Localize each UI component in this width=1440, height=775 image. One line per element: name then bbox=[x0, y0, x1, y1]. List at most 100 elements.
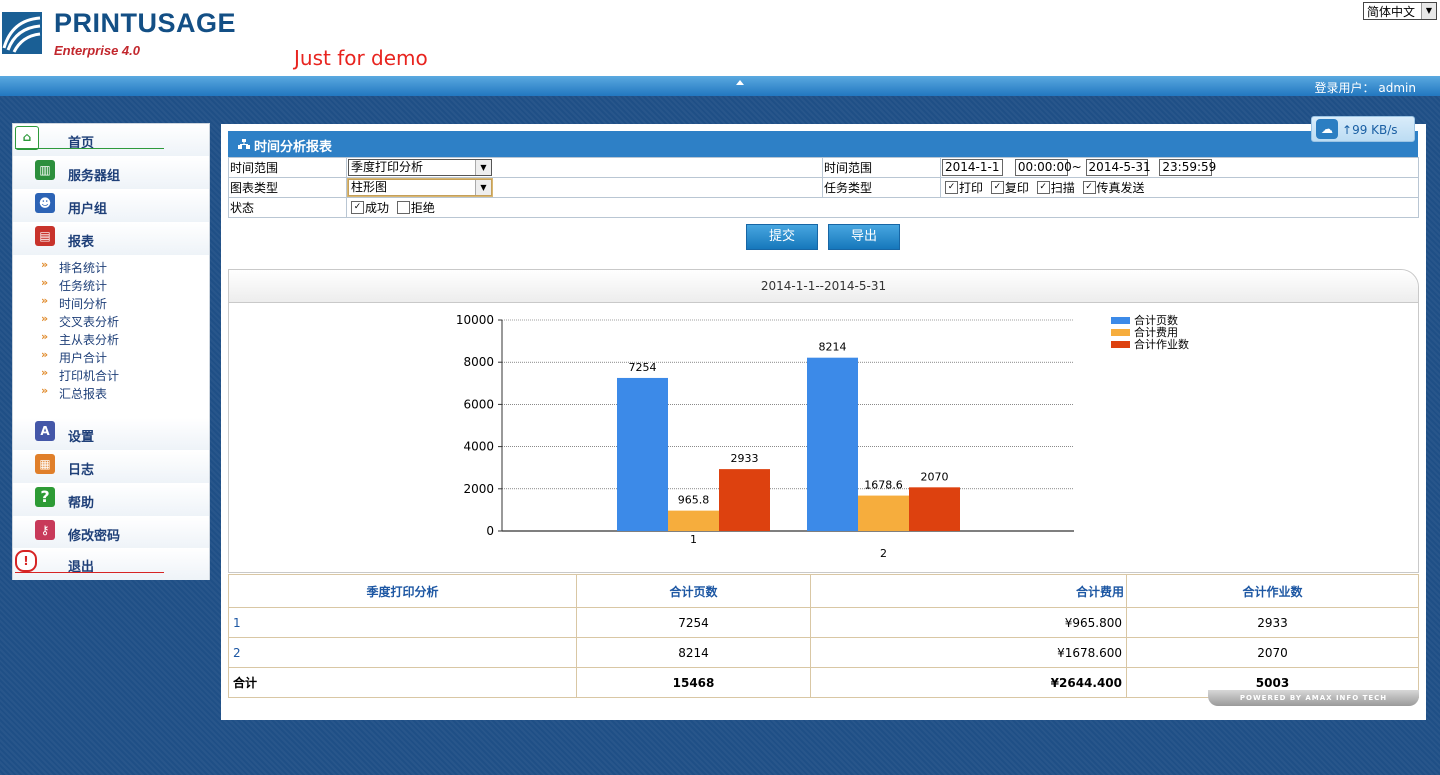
row-key-link[interactable]: 1 bbox=[228, 607, 577, 638]
cloud-link-icon: ☁ bbox=[1316, 119, 1338, 139]
data-label: 7254 bbox=[629, 361, 657, 374]
task-print-label: 打印 bbox=[959, 181, 984, 195]
sidebar-subitem-time-analysis[interactable]: » 时间分析 bbox=[13, 293, 209, 311]
sidebar-subitem-user-total[interactable]: » 用户合计 bbox=[13, 347, 209, 365]
status-reject-checkbox[interactable] bbox=[396, 201, 410, 214]
task-scan-checkbox[interactable]: ✓ bbox=[1036, 181, 1050, 194]
sidebar-item-report[interactable]: ▤ 报表 bbox=[13, 223, 209, 255]
total-label: 合计 bbox=[228, 667, 577, 698]
end-time-input[interactable]: 23:59:59 bbox=[1159, 159, 1216, 176]
users-icon: ☻ bbox=[35, 193, 55, 213]
start-time-input[interactable]: 00:00:00 bbox=[1014, 159, 1072, 176]
total-cell: ¥2644.400 bbox=[810, 667, 1127, 698]
data-label: 8214 bbox=[819, 341, 847, 354]
double-chevron-icon: » bbox=[41, 294, 49, 307]
double-chevron-icon: » bbox=[41, 384, 49, 397]
start-date-input[interactable]: 2014-1-1 bbox=[942, 159, 1003, 176]
bar-1-2 bbox=[719, 469, 770, 531]
y-tick-label: 10000 bbox=[456, 313, 494, 327]
collapse-up-icon[interactable] bbox=[736, 80, 744, 85]
status-success-label: 成功 bbox=[365, 201, 390, 215]
time-range-label: 时间范围 bbox=[228, 157, 347, 178]
sidebar-item-logout[interactable]: ! 退出 bbox=[13, 548, 209, 580]
active-underline bbox=[15, 148, 164, 149]
table-cell: ¥965.800 bbox=[810, 607, 1127, 638]
row-key-link[interactable]: 2 bbox=[228, 637, 577, 668]
server-icon: ▥ bbox=[35, 160, 55, 180]
status-success-checkbox[interactable]: ✓ bbox=[351, 201, 364, 214]
data-label: 2070 bbox=[921, 470, 949, 483]
double-chevron-icon: » bbox=[41, 348, 49, 361]
task-type-label: 任务类型 bbox=[822, 177, 941, 198]
double-chevron-icon: » bbox=[41, 276, 49, 289]
panel-title: 时间分析报表 bbox=[254, 140, 333, 155]
subitem-label: 排名统计 bbox=[59, 261, 108, 275]
task-copy-checkbox[interactable]: ✓ bbox=[990, 181, 1004, 194]
summary-table: 季度打印分析 合计页数 合计费用 合计作业数 1 7254 ¥965.800 2… bbox=[228, 574, 1419, 698]
double-chevron-icon: » bbox=[41, 330, 49, 343]
submit-button[interactable]: 提交 bbox=[746, 224, 818, 250]
sidebar-item-label: 帮助 bbox=[68, 496, 95, 511]
sidebar-subitem-rank-stats[interactable]: » 排名统计 bbox=[13, 257, 209, 275]
sidebar-subitem-task-stats[interactable]: » 任务统计 bbox=[13, 275, 209, 293]
sidebar-item-user-group[interactable]: ☻ 用户组 bbox=[13, 190, 209, 222]
subitem-label: 汇总报表 bbox=[59, 387, 108, 401]
range-separator: ~ bbox=[1071, 160, 1082, 174]
bar-chart: 0 2000 4000 6000 8000 10000 7254 965.8 2933 1 8214… bbox=[456, 313, 1189, 560]
sidebar-item-label: 修改密码 bbox=[68, 529, 121, 544]
table-row: 1 7254 ¥965.800 2933 bbox=[228, 607, 1419, 638]
sidebar-item-server-group[interactable]: ▥ 服务器组 bbox=[13, 157, 209, 189]
subitem-label: 任务统计 bbox=[59, 279, 108, 293]
double-chevron-icon: » bbox=[41, 312, 49, 325]
sidebar-item-help[interactable]: ? 帮助 bbox=[13, 484, 209, 516]
time-range-label-2: 时间范围 bbox=[822, 157, 941, 178]
logo-title: PRINTUSAGE bbox=[54, 8, 237, 38]
bar-2-1 bbox=[858, 495, 909, 531]
legend-label: 合计作业数 bbox=[1134, 337, 1189, 351]
subitem-label: 主从表分析 bbox=[59, 333, 120, 347]
task-print-checkbox[interactable]: ✓ bbox=[945, 181, 958, 194]
chart-title: 2014-1-1--2014-5-31 bbox=[229, 270, 1418, 303]
sitemap-icon bbox=[238, 139, 250, 149]
language-value: 简体中文 bbox=[1367, 5, 1416, 19]
table-cell: 2070 bbox=[1126, 637, 1419, 668]
legend-label: 合计页数 bbox=[1134, 313, 1178, 327]
sidebar-subitem-printer-total[interactable]: » 打印机合计 bbox=[13, 365, 209, 383]
status-label: 状态 bbox=[228, 197, 347, 218]
double-chevron-icon: » bbox=[41, 258, 49, 271]
logout-underline bbox=[15, 572, 164, 573]
powered-by-footer: POWERED BY AMAX INFO TECH bbox=[1208, 690, 1419, 706]
table-row: 2 8214 ¥1678.600 2070 bbox=[228, 637, 1419, 668]
sidebar-item-settings[interactable]: A 设置 bbox=[13, 418, 209, 450]
task-fax-checkbox[interactable]: ✓ bbox=[1082, 181, 1096, 194]
table-cell: 7254 bbox=[576, 607, 811, 638]
column-header[interactable]: 合计页数 bbox=[576, 574, 811, 608]
sidebar-subitem-summary[interactable]: » 汇总报表 bbox=[13, 383, 209, 401]
column-header[interactable]: 季度打印分析 bbox=[228, 574, 577, 608]
legend-label: 合计费用 bbox=[1134, 325, 1178, 339]
sidebar-item-change-password[interactable]: ⚷ 修改密码 bbox=[13, 517, 209, 549]
log-icon: ▦ bbox=[35, 454, 55, 474]
key-icon: ⚷ bbox=[35, 520, 55, 540]
chart-panel: 2014-1-1--2014-5-31 0 2000 4000 6000 8000 100… bbox=[228, 269, 1419, 573]
chart-type-value: 柱形图 bbox=[351, 180, 388, 194]
sidebar-item-home[interactable]: ⌂ 首页 bbox=[13, 124, 209, 156]
status-reject-label: 拒绝 bbox=[410, 201, 435, 215]
export-button[interactable]: 导出 bbox=[828, 224, 900, 250]
speed-widget[interactable]: ☁ ↑99 KB/s bbox=[1311, 116, 1415, 142]
legend-swatch bbox=[1111, 317, 1130, 324]
bar-1-1 bbox=[668, 510, 719, 531]
help-icon: ? bbox=[35, 487, 55, 507]
sidebar-item-log[interactable]: ▦ 日志 bbox=[13, 451, 209, 483]
language-select[interactable]: 简体中文 ▼ bbox=[1363, 2, 1437, 20]
chart-type-select[interactable]: 柱形图 ▼ bbox=[348, 179, 492, 196]
column-header[interactable]: 合计作业数 bbox=[1126, 574, 1419, 608]
sidebar-subitem-crosstab[interactable]: » 交叉表分析 bbox=[13, 311, 209, 329]
bar-2-2 bbox=[909, 487, 960, 531]
end-date-input[interactable]: 2014-5-31 bbox=[1085, 159, 1151, 176]
time-range-select[interactable]: 季度打印分析 ▼ bbox=[348, 159, 492, 176]
legend-swatch bbox=[1111, 329, 1130, 336]
subitem-label: 打印机合计 bbox=[59, 369, 120, 383]
column-header[interactable]: 合计费用 bbox=[810, 574, 1127, 608]
sidebar-subitem-master-detail[interactable]: » 主从表分析 bbox=[13, 329, 209, 347]
